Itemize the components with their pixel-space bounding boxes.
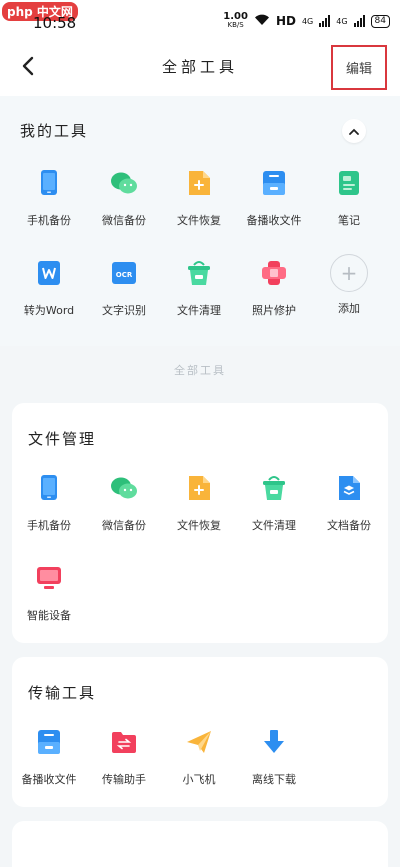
- tool-label: 文档备份: [327, 519, 371, 532]
- receive-files-icon: [38, 730, 60, 754]
- tool-label: 小飞机: [182, 773, 216, 786]
- status-bar: php 中文网 10:58 1.00 KB/S HD 4G 4G 84: [0, 0, 400, 36]
- my-tools-title: 我的工具: [20, 122, 89, 140]
- add-icon: +: [330, 254, 368, 292]
- tool-smart-device[interactable]: 智能设备: [11, 563, 87, 623]
- phone-backup-icon: [41, 170, 57, 195]
- file-management-title: 文件管理: [28, 430, 97, 448]
- to-word-icon: [38, 261, 60, 285]
- tool-label: 文件恢复: [177, 519, 221, 532]
- tool-label: 微信备份: [102, 214, 146, 227]
- tool-photo-repair[interactable]: 照片修护: [236, 258, 312, 318]
- tool-offline-download[interactable]: 离线下载: [236, 727, 312, 787]
- tool-transfer-assistant[interactable]: 传输助手: [86, 727, 162, 787]
- network-speed-value: 1.00: [223, 11, 248, 22]
- tool-label: 手机备份: [27, 214, 71, 227]
- signal-icon: [319, 15, 331, 27]
- edit-button[interactable]: 编辑: [331, 45, 387, 90]
- signal-icon-2: [353, 15, 365, 27]
- tool-wechat-backup[interactable]: 微信备份: [86, 473, 162, 533]
- battery-icon: 84: [370, 14, 390, 28]
- ocr-icon: OCR: [112, 262, 136, 284]
- all-tools-divider: 全部工具: [174, 364, 226, 377]
- page-header: 全部工具 编辑: [0, 36, 400, 96]
- collapse-button[interactable]: [342, 119, 366, 143]
- tool-file-clean[interactable]: 文件清理: [161, 258, 237, 318]
- tool-paper-plane[interactable]: 小飞机: [161, 727, 237, 787]
- smart-device-icon: [37, 567, 61, 589]
- tool-label: 备播收文件: [21, 773, 77, 786]
- status-time: 10:58: [33, 14, 77, 32]
- network-type-2: 4G: [336, 16, 348, 26]
- tool-label: 备播收文件: [246, 214, 302, 227]
- file-recovery-icon: [189, 476, 210, 500]
- network-speed: 1.00 KB/S: [223, 12, 248, 30]
- tool-file-clean[interactable]: 文件清理: [236, 473, 312, 533]
- tool-label: 微信备份: [102, 519, 146, 532]
- network-speed-unit: KB/S: [227, 21, 244, 29]
- tool-label: 离线下载: [252, 773, 296, 786]
- status-indicators: 1.00 KB/S HD 4G 4G 84: [223, 12, 390, 30]
- tool-file-recovery[interactable]: 文件恢复: [161, 168, 237, 228]
- wechat-backup-icon: [111, 172, 137, 194]
- tool-receive-files[interactable]: 备播收文件: [11, 727, 87, 787]
- tool-wechat-backup[interactable]: 微信备份: [86, 168, 162, 228]
- file-clean-icon: [188, 261, 210, 285]
- receive-files-icon: [263, 171, 285, 195]
- doc-backup-icon: [339, 476, 360, 500]
- file-clean-icon: [263, 476, 285, 500]
- wifi-icon: [254, 14, 270, 29]
- tool-phone-backup[interactable]: 手机备份: [11, 473, 87, 533]
- tool-doc-backup[interactable]: 文档备份: [311, 473, 387, 533]
- tool-label: 文件恢复: [177, 214, 221, 227]
- notes-icon: [339, 171, 359, 195]
- tool-label: 照片修护: [252, 304, 296, 317]
- paper-plane-icon: [187, 731, 211, 753]
- tool-phone-backup[interactable]: 手机备份: [11, 168, 87, 228]
- chevron-up-icon: [349, 128, 359, 135]
- next-category-card: [12, 821, 388, 867]
- tool-label: 添加: [338, 302, 360, 315]
- file-recovery-icon: [189, 171, 210, 195]
- tool-label: 文件清理: [252, 519, 296, 532]
- wechat-backup-icon: [111, 477, 137, 499]
- tool-label: 手机备份: [27, 519, 71, 532]
- tool-label: 智能设备: [27, 609, 71, 622]
- transfer-assistant-icon: [112, 732, 136, 753]
- phone-backup-icon: [41, 475, 57, 500]
- offline-download-icon: [264, 730, 284, 753]
- tool-receive-files[interactable]: 备播收文件: [236, 168, 312, 228]
- tool-add[interactable]: + 添加: [311, 254, 387, 316]
- svg-text:OCR: OCR: [116, 271, 133, 279]
- transfer-tools-title: 传输工具: [28, 684, 97, 702]
- network-type-1: 4G: [301, 16, 314, 26]
- tool-to-word[interactable]: 转为Word: [11, 258, 87, 318]
- hd-indicator: HD: [275, 14, 296, 28]
- tool-ocr[interactable]: OCR 文字识别: [86, 258, 162, 318]
- tool-label: 文件清理: [177, 304, 221, 317]
- tool-file-recovery[interactable]: 文件恢复: [161, 473, 237, 533]
- tool-label: 传输助手: [102, 773, 146, 786]
- tool-notes[interactable]: 笔记: [311, 168, 387, 228]
- tool-label: 转为Word: [23, 304, 75, 317]
- tool-label: 文字识别: [102, 304, 146, 317]
- tool-label: 笔记: [338, 214, 360, 227]
- photo-repair-icon: [262, 261, 286, 285]
